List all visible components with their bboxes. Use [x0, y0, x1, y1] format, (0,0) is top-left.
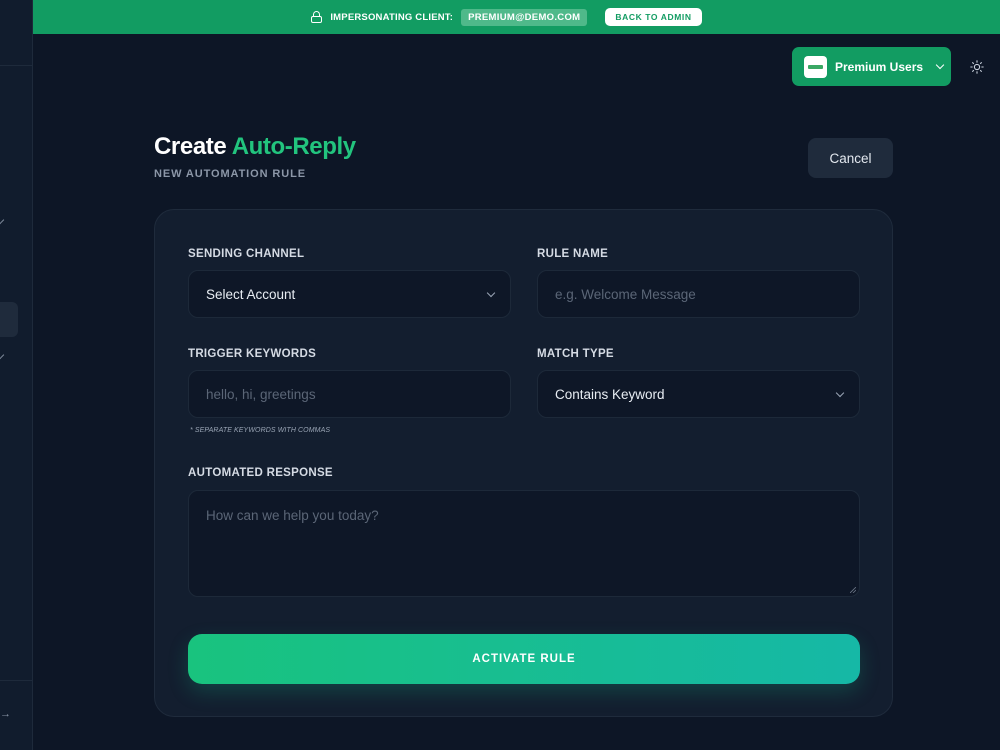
- chevron-down-icon[interactable]: [0, 215, 5, 225]
- cancel-button[interactable]: Cancel: [808, 138, 893, 178]
- account-switcher[interactable]: Premium Users: [792, 47, 951, 86]
- activate-rule-button[interactable]: ACTIVATE RULE: [188, 634, 860, 684]
- rule-name-label: RULE NAME: [537, 248, 609, 260]
- sidebar-divider: [0, 680, 33, 681]
- logout-arrow-icon[interactable]: →: [0, 708, 11, 720]
- automated-response-placeholder: How can we help you today?: [206, 508, 379, 523]
- sending-channel-select[interactable]: Select Account: [188, 270, 511, 318]
- match-type-label: MATCH TYPE: [537, 348, 614, 360]
- match-type-select[interactable]: Contains Keyword: [537, 370, 860, 418]
- back-to-admin-button[interactable]: BACK TO ADMIN: [605, 8, 702, 26]
- sidebar-item-active[interactable]: [0, 302, 18, 337]
- sidebar-divider: [0, 65, 33, 66]
- rule-form-card: SENDING CHANNEL Select Account RULE NAME…: [154, 209, 893, 717]
- keywords-hint: * SEPARATE KEYWORDS WITH COMMAS: [190, 427, 331, 434]
- impersonation-label: IMPERSONATING CLIENT:: [330, 11, 454, 23]
- brand-logo-icon: [804, 55, 827, 78]
- chevron-down-icon[interactable]: [0, 350, 5, 360]
- account-name: Premium Users: [835, 59, 924, 74]
- trigger-keywords-label: TRIGGER KEYWORDS: [188, 348, 317, 360]
- impersonation-banner: IMPERSONATING CLIENT: PREMIUM@DEMO.COM B…: [33, 0, 1000, 34]
- trigger-keywords-placeholder: hello, hi, greetings: [206, 386, 316, 402]
- chevron-down-icon: [486, 288, 496, 298]
- page-title: Create Auto-Reply: [154, 133, 356, 161]
- rule-name-placeholder: e.g. Welcome Message: [555, 286, 696, 302]
- rule-name-input[interactable]: e.g. Welcome Message: [537, 270, 860, 318]
- page-title-part1: Create: [154, 133, 227, 160]
- lock-icon: [311, 11, 323, 23]
- resize-handle-icon[interactable]: [850, 587, 856, 593]
- chevron-down-icon: [835, 388, 845, 398]
- automated-response-textarea[interactable]: How can we help you today?: [188, 490, 860, 597]
- match-type-value: Contains Keyword: [555, 386, 665, 402]
- page-title-part2: Auto-Reply: [231, 133, 356, 160]
- automated-response-label: AUTOMATED RESPONSE: [188, 467, 333, 479]
- sending-channel-value: Select Account: [206, 286, 296, 302]
- sending-channel-label: SENDING CHANNEL: [188, 248, 305, 260]
- impersonated-email-badge: PREMIUM@DEMO.COM: [461, 8, 588, 26]
- sun-icon[interactable]: [970, 60, 984, 74]
- trigger-keywords-input[interactable]: hello, hi, greetings: [188, 370, 511, 418]
- sidebar: →: [0, 0, 33, 750]
- chevron-down-icon: [935, 60, 945, 70]
- page-subtitle: NEW AUTOMATION RULE: [154, 168, 306, 180]
